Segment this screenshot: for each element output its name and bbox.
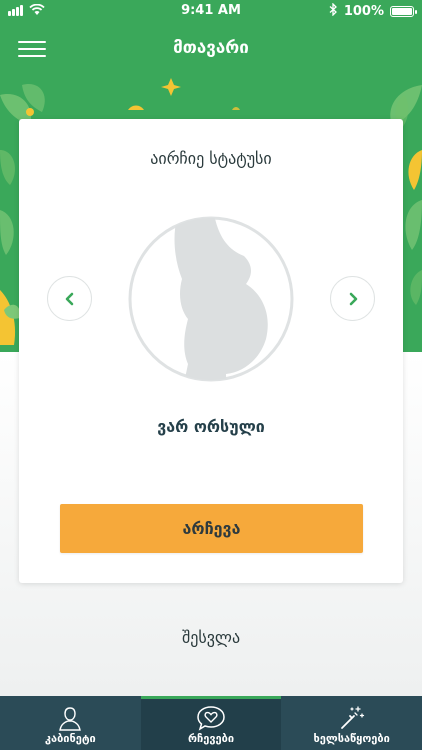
- status-card: აირჩიე სტატუსი ვარ ორსული არჩევა: [19, 119, 403, 583]
- chevron-left-icon: [65, 292, 74, 306]
- battery-percent: 100%: [343, 4, 384, 19]
- battery-icon: [390, 6, 417, 17]
- tab-label: კაბინეტი: [44, 732, 96, 745]
- status-bar: 9:41 AM 100%: [0, 0, 422, 22]
- pregnant-silhouette-icon: [128, 216, 294, 382]
- card-heading: აირჩიე სტატუსი: [150, 149, 272, 168]
- person-icon: [59, 707, 82, 731]
- choose-button[interactable]: არჩევა: [60, 504, 363, 553]
- bluetooth-icon: [329, 2, 338, 20]
- login-link[interactable]: შესვლა: [0, 628, 422, 647]
- status-label: ვარ ორსული: [157, 417, 265, 436]
- next-status-button[interactable]: [330, 276, 375, 321]
- heart-chat-icon: [197, 706, 225, 731]
- previous-status-button[interactable]: [47, 276, 92, 321]
- tab-label: ხელსაწყოები: [313, 732, 390, 745]
- tab-cabinet[interactable]: კაბინეტი: [0, 696, 141, 750]
- tab-tools[interactable]: ხელსაწყოები: [281, 696, 422, 750]
- chevron-right-icon: [349, 292, 358, 306]
- bottom-tab-bar: კაბინეტი რჩევები ხელსაწყოები: [0, 696, 422, 750]
- page-title: მთავარი: [173, 38, 249, 58]
- tab-tips[interactable]: რჩევები: [140, 696, 282, 750]
- app-header: მთავარი: [0, 30, 422, 70]
- tab-label: რჩევები: [187, 732, 235, 745]
- magic-wand-icon: [340, 706, 364, 729]
